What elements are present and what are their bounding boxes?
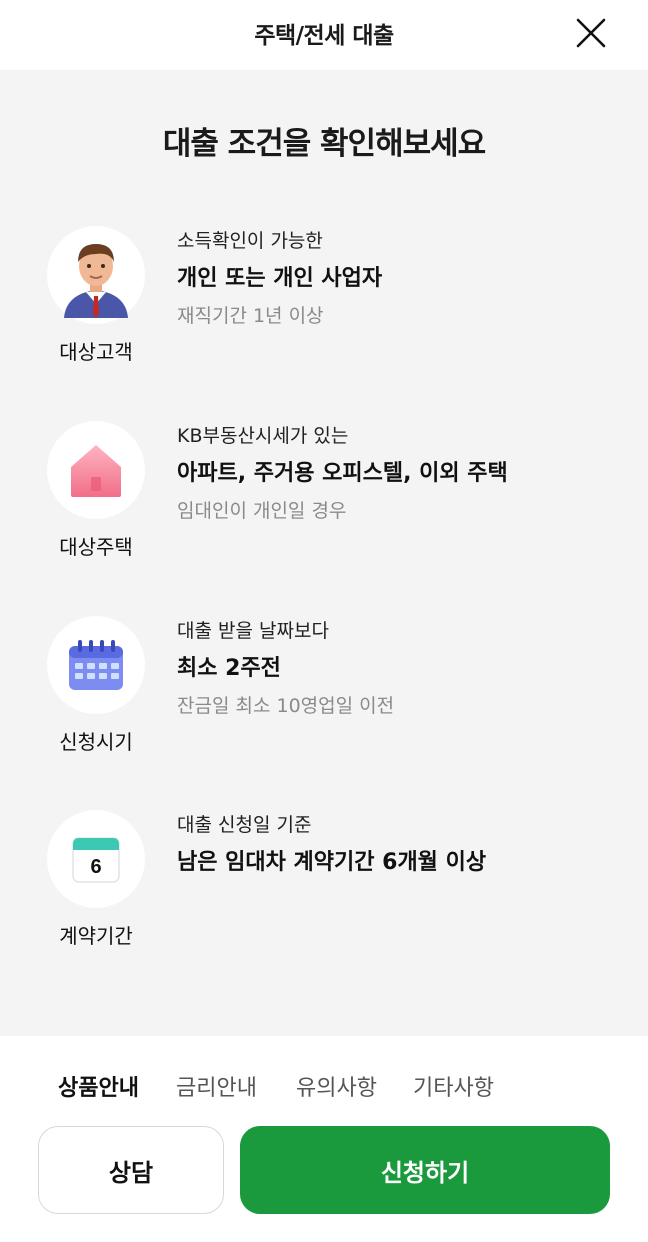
apply-button[interactable]: 신청하기	[240, 1126, 610, 1214]
page-title: 주택/전세 대출	[254, 23, 394, 49]
tab-product-info[interactable]: 상품안내	[58, 1070, 139, 1102]
businessman-icon	[64, 244, 128, 318]
condition-label: 신청시기	[59, 730, 133, 754]
icon-circle: 6	[47, 810, 145, 908]
consult-button[interactable]: 상담	[38, 1126, 224, 1214]
condition-contract-period: 6 계약기간 대출 신청일 기준 남은 임대차 계약기간 6개월 이상	[0, 810, 648, 960]
close-icon	[576, 18, 606, 48]
house-icon	[71, 445, 121, 497]
tab-interest-info[interactable]: 금리안내	[176, 1070, 257, 1102]
condition-sub: 대출 신청일 기준	[177, 814, 312, 836]
icon-circle	[47, 226, 145, 324]
condition-main: 개인 또는 개인 사업자	[177, 266, 383, 291]
header: 주택/전세 대출	[0, 0, 648, 70]
condition-note: 잔금일 최소 10영업일 이전	[177, 695, 395, 717]
condition-target-customer: 대상고객 소득확인이 가능한 개인 또는 개인 사업자 재직기간 1년 이상	[0, 226, 648, 376]
close-button[interactable]	[574, 16, 608, 50]
tab-notices[interactable]: 유의사항	[296, 1070, 377, 1102]
calendar-icon	[69, 640, 123, 690]
condition-apply-timing: 신청시기 대출 받을 날짜보다 최소 2주전 잔금일 최소 10영업일 이전	[0, 616, 648, 766]
condition-note: 임대인이 개인일 경우	[177, 500, 347, 522]
condition-note: 재직기간 1년 이상	[177, 305, 324, 327]
condition-sub: 소득확인이 가능한	[177, 230, 323, 252]
condition-label: 계약기간	[59, 924, 133, 948]
icon-circle	[47, 421, 145, 519]
calendar-day-number: 6	[90, 856, 101, 878]
icon-circle	[47, 616, 145, 714]
condition-label: 대상고객	[59, 340, 133, 364]
condition-target-house: 대상주택 KB부동산시세가 있는 아파트, 주거용 오피스텔, 이외 주택 임대…	[0, 421, 648, 571]
condition-label: 대상주택	[59, 535, 133, 559]
condition-sub: 대출 받을 날짜보다	[177, 620, 329, 642]
tab-others[interactable]: 기타사항	[413, 1070, 494, 1102]
condition-sub: KB부동산시세가 있는	[177, 425, 349, 447]
condition-main: 남은 임대차 계약기간 6개월 이상	[177, 850, 487, 875]
calendar-day-icon: 6	[72, 837, 120, 883]
condition-main: 최소 2주전	[177, 656, 281, 681]
section-title: 대출 조건을 확인해보세요	[162, 126, 486, 162]
condition-main: 아파트, 주거용 오피스텔, 이외 주택	[177, 461, 508, 486]
